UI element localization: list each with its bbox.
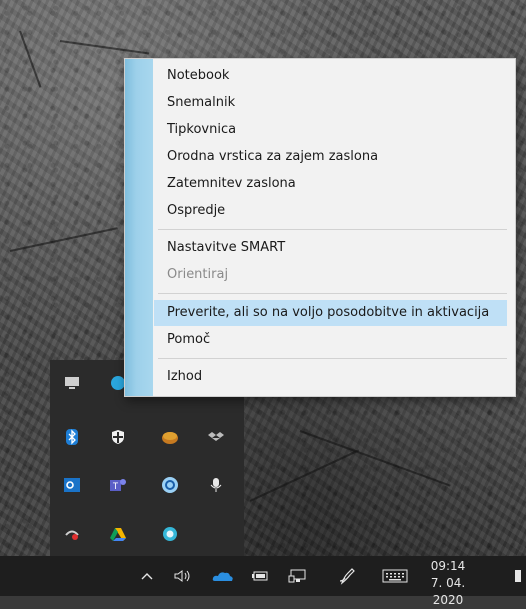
drive-icon[interactable] (109, 525, 127, 543)
onedrive-icon[interactable] (210, 556, 236, 596)
svg-text:T: T (113, 481, 119, 491)
volume-icon[interactable] (171, 556, 195, 596)
menu-separator (158, 293, 507, 294)
microphone-icon[interactable] (207, 476, 225, 494)
menu-item-keyboard[interactable]: Tipkovnica (154, 117, 507, 143)
menu-item-orient: Orientiraj (167, 267, 229, 282)
clock-time: 09:14 (430, 559, 466, 573)
menu-item-help[interactable]: Pomoč (154, 327, 507, 353)
outlook-icon[interactable] (63, 476, 81, 494)
menu-item-recorder[interactable]: Snemalnik (154, 90, 507, 116)
notification-center-icon[interactable] (510, 556, 526, 596)
bluetooth-icon[interactable] (63, 428, 81, 446)
menu-item-spotlight[interactable]: Ospredje (154, 198, 507, 224)
smart-board-icon[interactable] (161, 428, 179, 446)
chevron-up-icon[interactable] (136, 556, 158, 596)
dropbox-icon[interactable] (207, 428, 225, 446)
network-icon[interactable] (286, 556, 310, 596)
keyboard-icon[interactable] (380, 556, 410, 596)
menu-item-notebook[interactable]: Notebook (154, 63, 507, 89)
teams-icon[interactable]: T (109, 476, 127, 494)
battery-icon[interactable] (249, 556, 273, 596)
pen-icon[interactable] (336, 556, 360, 596)
menu-separator (158, 229, 507, 230)
menu-item-smart-settings[interactable]: Nastavitve SMART (154, 235, 507, 261)
menu-separator (158, 358, 507, 359)
menu-item-exit[interactable]: Izhod (154, 364, 507, 390)
taskbar-clock[interactable]: 09:14 7. 04. 2020 (424, 558, 472, 609)
monitor-icon[interactable] (63, 374, 81, 392)
menu-side-banner (125, 59, 153, 396)
menu-item-screen-capture-toolbar[interactable]: Orodna vrstica za zajem zaslona (154, 144, 507, 170)
context-menu: Notebook Snemalnik Tipkovnica Orodna vrs… (124, 58, 516, 397)
taskbar: 09:14 7. 04. 2020 (0, 556, 526, 607)
menu-item-check-updates[interactable]: Preverite, ali so na voljo posodobitve i… (154, 300, 507, 326)
sync-icon[interactable] (161, 476, 179, 494)
circle-app-icon[interactable] (161, 525, 179, 543)
clock-date: 7. 04. 2020 (430, 576, 466, 607)
switch-icon[interactable] (63, 525, 81, 543)
menu-item-screen-shade[interactable]: Zatemnitev zaslona (154, 171, 507, 197)
defender-icon[interactable] (109, 428, 127, 446)
